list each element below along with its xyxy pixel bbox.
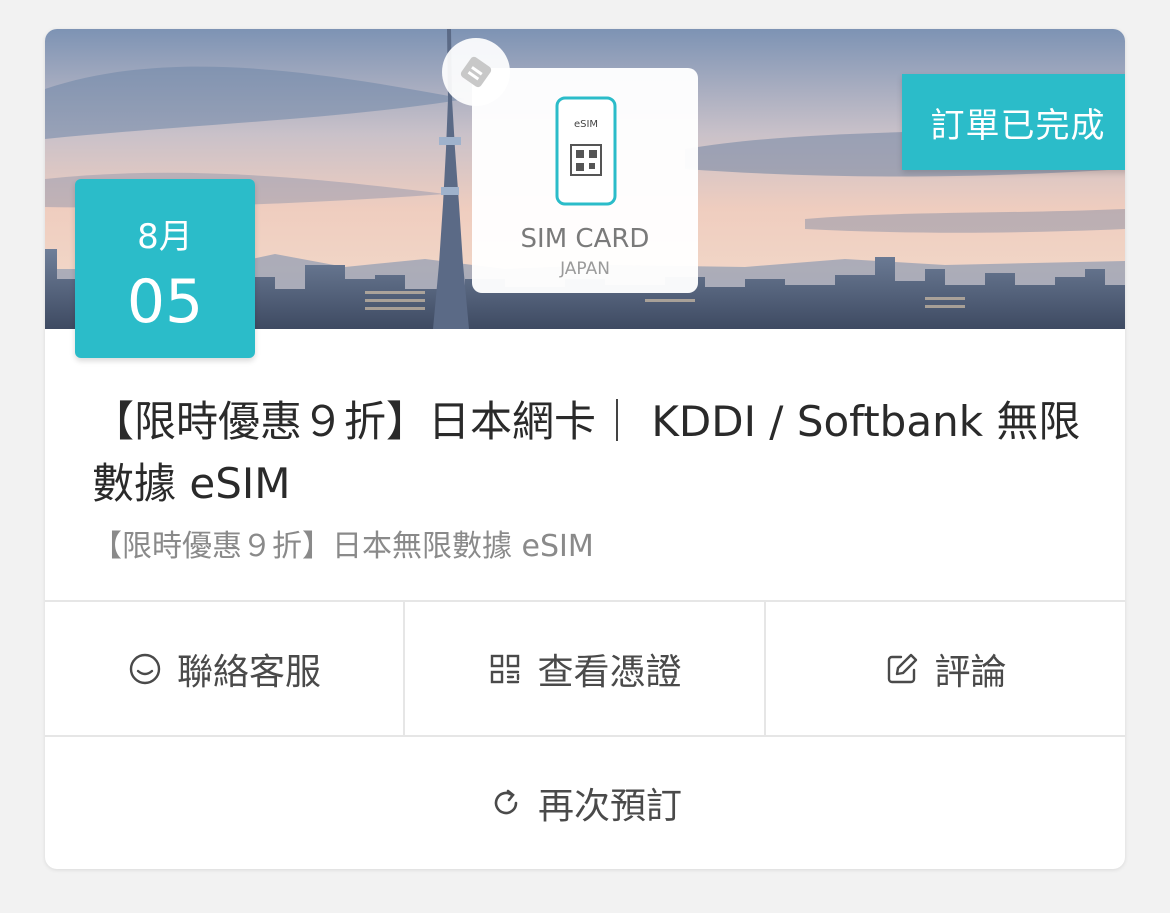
view-voucher-button[interactable]: 查看憑證 bbox=[405, 602, 764, 735]
review-button[interactable]: 評論 bbox=[766, 602, 1125, 735]
chat-icon bbox=[127, 651, 163, 687]
product-title[interactable]: 【限時優惠９折】日本網卡｜ KDDI / Softbank 無限數據 eSIM bbox=[92, 391, 1102, 515]
view-voucher-label: 查看憑證 bbox=[537, 651, 682, 693]
qr-code-icon bbox=[487, 651, 523, 687]
book-again-button[interactable]: 再次預訂 bbox=[45, 737, 1125, 869]
product-subtitle: 【限時優惠９折】日本無限數據 eSIM bbox=[92, 529, 594, 564]
date-day: 05 bbox=[126, 267, 204, 337]
contact-support-button[interactable]: 聯絡客服 bbox=[45, 602, 403, 735]
contact-support-label: 聯絡客服 bbox=[176, 651, 321, 693]
order-status-badge: 訂單已完成 bbox=[902, 74, 1125, 170]
order-card: eSIM SIM CARD JAPAN 訂單已完成 8月 05 【限時優惠９折】… bbox=[45, 29, 1125, 869]
tag-icon bbox=[442, 38, 510, 106]
review-label: 評論 bbox=[934, 651, 1007, 693]
japan-label: JAPAN bbox=[559, 259, 610, 279]
date-month: 8月 bbox=[137, 217, 193, 257]
esim-label: eSIM bbox=[574, 119, 598, 130]
refresh-icon bbox=[488, 785, 524, 821]
sim-card-label: SIM CARD bbox=[521, 224, 650, 254]
order-date-badge: 8月 05 bbox=[75, 179, 255, 358]
edit-icon bbox=[884, 651, 920, 687]
book-again-label: 再次預訂 bbox=[537, 786, 682, 827]
